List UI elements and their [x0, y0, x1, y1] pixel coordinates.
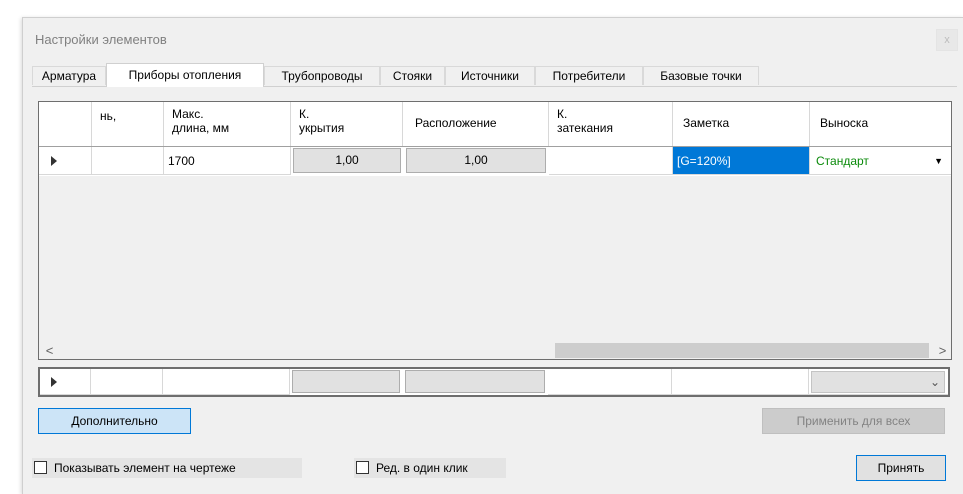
show-on-drawing-label: Показывать элемент на чертеже: [54, 461, 236, 475]
scroll-thumb[interactable]: [555, 343, 929, 358]
summary-grid[interactable]: ⌄: [38, 367, 950, 397]
one-click-edit-label: Ред. в один клик: [376, 461, 468, 475]
chevron-down-icon[interactable]: ▼: [934, 147, 943, 175]
summary-cell-col1[interactable]: [91, 369, 163, 395]
show-on-drawing-checkbox[interactable]: Показывать элемент на чертеже: [32, 458, 302, 478]
apply-all-button[interactable]: Применить для всех: [762, 408, 945, 434]
close-icon[interactable]: x: [936, 29, 958, 51]
settings-dialog: Настройки элементов x Арматура Приборы о…: [22, 17, 963, 494]
col-header-k-cover: К. укрытия: [291, 102, 403, 146]
tab-consumers[interactable]: Потребители: [535, 66, 643, 85]
accept-button[interactable]: Принять: [856, 455, 946, 481]
row-selector[interactable]: [39, 147, 92, 175]
dialog-title: Настройки элементов: [35, 32, 167, 47]
callout-value: Стандарт: [816, 154, 869, 168]
col-header-k-leak: К. затекания: [549, 102, 673, 146]
summary-row-selector[interactable]: [40, 369, 91, 395]
scroll-right-icon[interactable]: >: [934, 342, 951, 359]
grid-header: нь, Макс. длина, мм К. укрытия Расположени…: [39, 102, 951, 147]
col-header-1: нь,: [92, 102, 164, 146]
col-header-location: Расположение: [403, 102, 549, 146]
scroll-left-icon[interactable]: <: [41, 342, 58, 359]
chevron-down-icon[interactable]: ⌄: [930, 368, 940, 396]
cell-k-cover[interactable]: 1,00: [293, 148, 401, 173]
cell-k-leak[interactable]: [549, 147, 673, 175]
horizontal-scrollbar[interactable]: < >: [39, 342, 951, 359]
summary-cell-k-cover[interactable]: [292, 370, 400, 393]
checkbox-box[interactable]: [34, 461, 47, 474]
cell-col1[interactable]: [92, 147, 164, 175]
col-header-max-length: Макс. длина, мм: [164, 102, 291, 146]
col-header-callout: Выноска: [820, 116, 869, 130]
summary-cell-callout[interactable]: ⌄: [809, 369, 948, 395]
one-click-edit-checkbox[interactable]: Ред. в один клик: [354, 458, 506, 478]
row-pointer-icon: [51, 156, 57, 166]
checkbox-box[interactable]: [356, 461, 369, 474]
cell-callout[interactable]: Стандарт ▼: [810, 147, 951, 175]
callout-select[interactable]: ⌄: [811, 371, 945, 393]
row-header-cell: [39, 102, 92, 146]
row-pointer-icon: [51, 377, 57, 387]
cell-location[interactable]: 1,00: [406, 148, 546, 173]
summary-cell-note[interactable]: [672, 369, 809, 395]
tab-base-points[interactable]: Базовые точки: [643, 66, 759, 85]
tab-sources[interactable]: Источники: [445, 66, 535, 85]
summary-cell-location[interactable]: [405, 370, 545, 393]
table-row[interactable]: 1700 1,00 1,00 [G=120%] Стандарт ▼: [39, 147, 951, 175]
tab-armatura[interactable]: Арматура: [32, 66, 106, 85]
tab-risers[interactable]: Стояки: [380, 66, 445, 85]
tab-heating-devices[interactable]: Приборы отопления: [106, 63, 264, 87]
tab-pipelines[interactable]: Трубопроводы: [264, 66, 380, 85]
cell-max-length[interactable]: 1700: [164, 147, 291, 175]
col-header-note: Заметка: [673, 102, 810, 146]
summary-cell-k-leak[interactable]: [548, 369, 672, 395]
properties-grid[interactable]: нь, Макс. длина, мм К. укрытия Расположени…: [38, 101, 952, 360]
more-button[interactable]: Дополнительно: [38, 408, 191, 434]
summary-cell-max-length[interactable]: [163, 369, 290, 395]
cell-note[interactable]: [G=120%]: [673, 147, 810, 175]
grid-empty-area: [39, 176, 951, 343]
